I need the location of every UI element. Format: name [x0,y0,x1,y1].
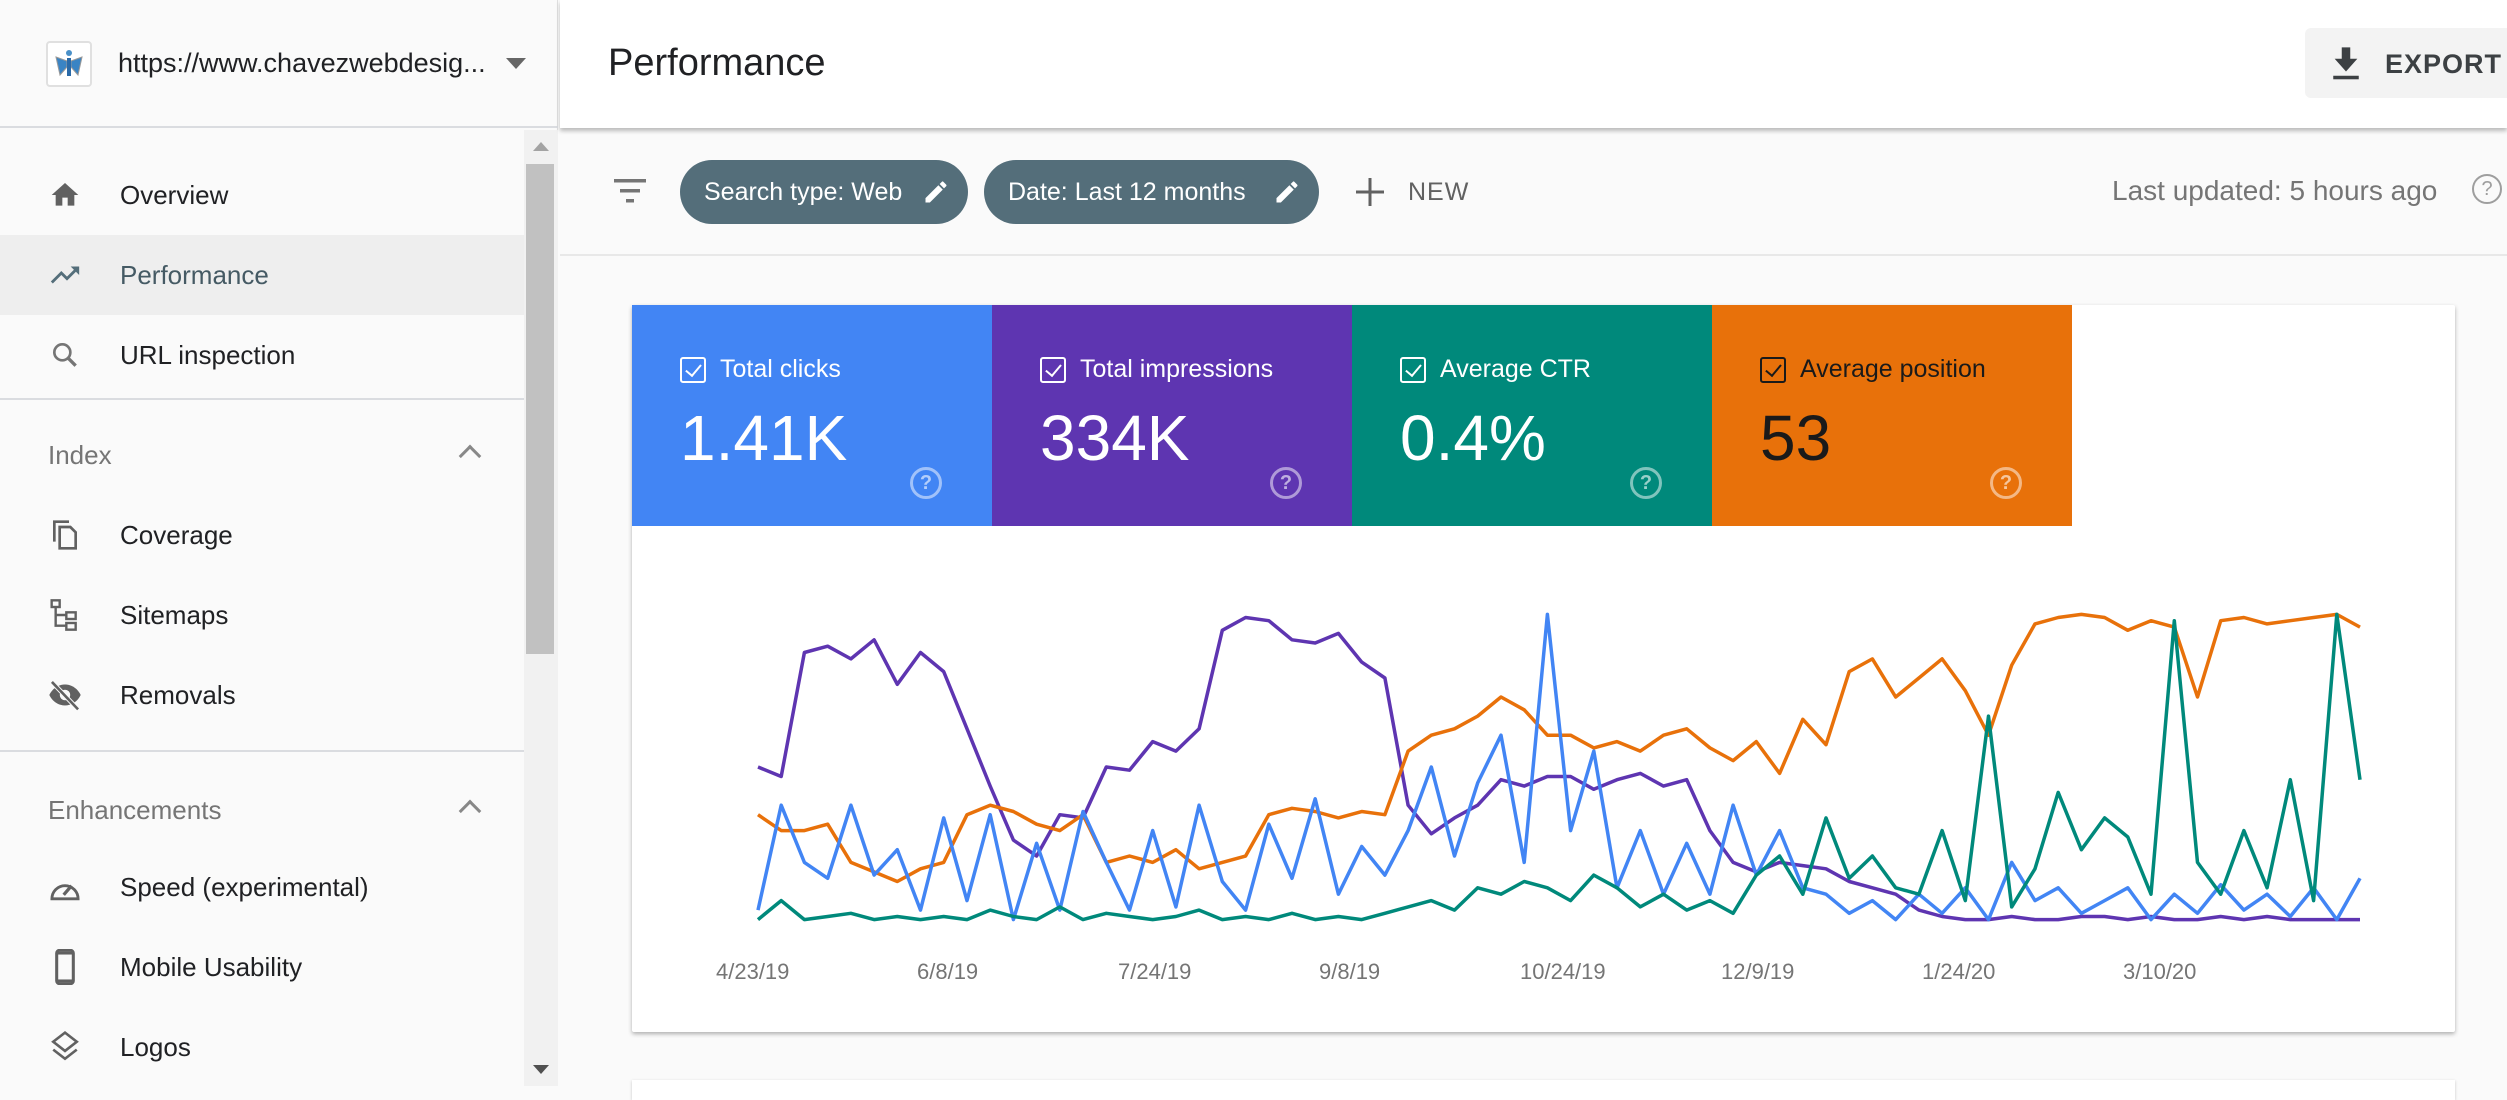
metric-tile-average-ctr[interactable]: Average CTR 0.4% ? [1352,305,1712,526]
checkbox-checked-icon[interactable] [1760,357,1786,383]
sidebar-item-mobile-usability[interactable]: Mobile Usability [0,927,524,1007]
metric-tile-total-impressions[interactable]: Total impressions 334K ? [992,305,1352,526]
metric-tile-total-clicks[interactable]: Total clicks 1.41K ? [632,305,992,526]
help-icon[interactable]: ? [1270,467,1302,499]
metric-value: 334K [1040,402,1190,474]
sidebar-item-performance[interactable]: Performance [0,235,524,315]
page-title: Performance [608,42,826,84]
section-label: Enhancements [48,795,222,825]
sidebar-scrollbar[interactable] [524,130,558,1086]
metric-value: 0.4% [1400,402,1546,474]
layers-icon [48,1030,82,1064]
home-icon [48,178,82,212]
sidebar-item-label: Logos [120,1031,191,1062]
page-header: Performance EXPORT [560,0,2507,128]
chevron-up-icon[interactable] [458,444,482,468]
sidebar: https://www.chavezwebdesig... Overview P… [0,0,558,1086]
x-tick-label: 1/24/20 [1922,959,1995,984]
chip-label: Date: Last 12 months [1008,177,1246,206]
help-icon[interactable]: ? [1630,467,1662,499]
butterfly-logo-icon [46,41,92,87]
metric-label: Total clicks [720,355,841,383]
chevron-up-icon[interactable] [458,799,482,823]
metric-tile-average-position[interactable]: Average position 53 ? [1712,305,2072,526]
sidebar-item-coverage[interactable]: Coverage [0,495,524,575]
property-selector[interactable]: https://www.chavezwebdesig... [0,0,558,128]
x-tick-label: 7/24/19 [1118,959,1191,984]
edit-pencil-icon[interactable] [1273,178,1301,206]
divider [0,750,524,752]
sitemap-icon [48,598,82,632]
sidebar-item-label: Overview [120,179,229,210]
caret-down-icon[interactable] [506,58,526,69]
sidebar-item-label: Removals [120,679,236,710]
sidebar-item-label: URL inspection [120,339,296,370]
divider [0,398,524,400]
x-tick-label: 12/9/19 [1721,959,1794,984]
smartphone-icon [48,949,82,985]
edit-pencil-icon[interactable] [922,178,950,206]
chip-label: Search type: Web [704,177,903,206]
new-filter-label: NEW [1408,178,1470,206]
sidebar-item-label: Performance [120,259,269,290]
next-card [632,1080,2455,1100]
scrollbar-thumb[interactable] [526,164,554,654]
sidebar-item-label: Sitemaps [120,599,229,630]
performance-line-chart[interactable]: 4/23/19 6/8/19 7/24/19 9/8/19 10/24/19 12/9/1… [632,526,2455,1032]
filter-chip-search-type[interactable]: Search type: Web [680,160,968,224]
section-label: Index [48,440,112,470]
x-tick-label: 9/8/19 [1319,959,1380,984]
series-line-total-clicks [756,612,2362,922]
sidebar-item-logos[interactable]: Logos [0,1007,524,1086]
search-icon [48,338,82,372]
sidebar-item-removals[interactable]: Removals [0,655,524,735]
sidebar-item-sitemaps[interactable]: Sitemaps [0,575,524,655]
series-line-average-position [757,612,2361,884]
sidebar-item-label: Mobile Usability [120,951,303,982]
x-tick-label: 6/8/19 [917,959,978,984]
x-tick-label: 10/24/19 [1520,959,1606,984]
trending-up-icon [48,258,82,292]
help-icon[interactable]: ? [1990,467,2022,499]
sidebar-nav: Overview Performance URL inspection Inde… [0,130,558,1086]
export-label: EXPORT [2385,49,2503,79]
last-updated-text: Last updated: 5 hours ago [2112,175,2438,206]
scroll-up-arrow-icon[interactable] [533,142,549,151]
metric-label: Average position [1800,355,1986,383]
checkbox-checked-icon[interactable] [680,357,706,383]
metric-value: 53 [1760,402,1832,474]
filter-list-icon[interactable] [612,176,648,206]
scroll-down-arrow-icon[interactable] [533,1065,549,1074]
filter-bar: Search type: Web Date: Last 12 months NE… [560,128,2507,256]
series-line-total-impressions [757,615,2360,922]
help-icon[interactable]: ? [910,467,942,499]
metric-label: Total impressions [1080,355,1274,383]
x-tick-label: 4/23/19 [716,959,789,984]
sidebar-item-speed[interactable]: Speed (experimental) [0,847,524,927]
plus-icon [1356,178,1384,206]
export-button[interactable]: EXPORT [2305,28,2507,98]
file-copy-icon [48,518,82,552]
sidebar-item-overview[interactable]: Overview [0,155,524,235]
performance-chart-card: Total clicks 1.41K ? Total impressions 3… [632,305,2455,1032]
filter-chip-date[interactable]: Date: Last 12 months [984,160,1319,224]
series-line-average-ctr [756,612,2362,922]
property-url: https://www.chavezwebdesig... [118,48,486,78]
download-icon [2333,47,2359,80]
section-enhancements-header[interactable]: Enhancements [0,775,524,845]
metric-value: 1.41K [680,402,848,474]
x-tick-label: 3/10/20 [2123,959,2196,984]
help-icon[interactable]: ? [2472,174,2502,204]
speedometer-icon [48,870,82,904]
checkbox-checked-icon[interactable] [1400,357,1426,383]
checkbox-checked-icon[interactable] [1040,357,1066,383]
visibility-off-icon [48,678,82,712]
sidebar-item-label: Coverage [120,519,233,550]
section-index-header[interactable]: Index [0,420,524,490]
metric-label: Average CTR [1440,355,1591,383]
sidebar-item-label: Speed (experimental) [120,871,369,902]
sidebar-item-url-inspection[interactable]: URL inspection [0,315,524,395]
